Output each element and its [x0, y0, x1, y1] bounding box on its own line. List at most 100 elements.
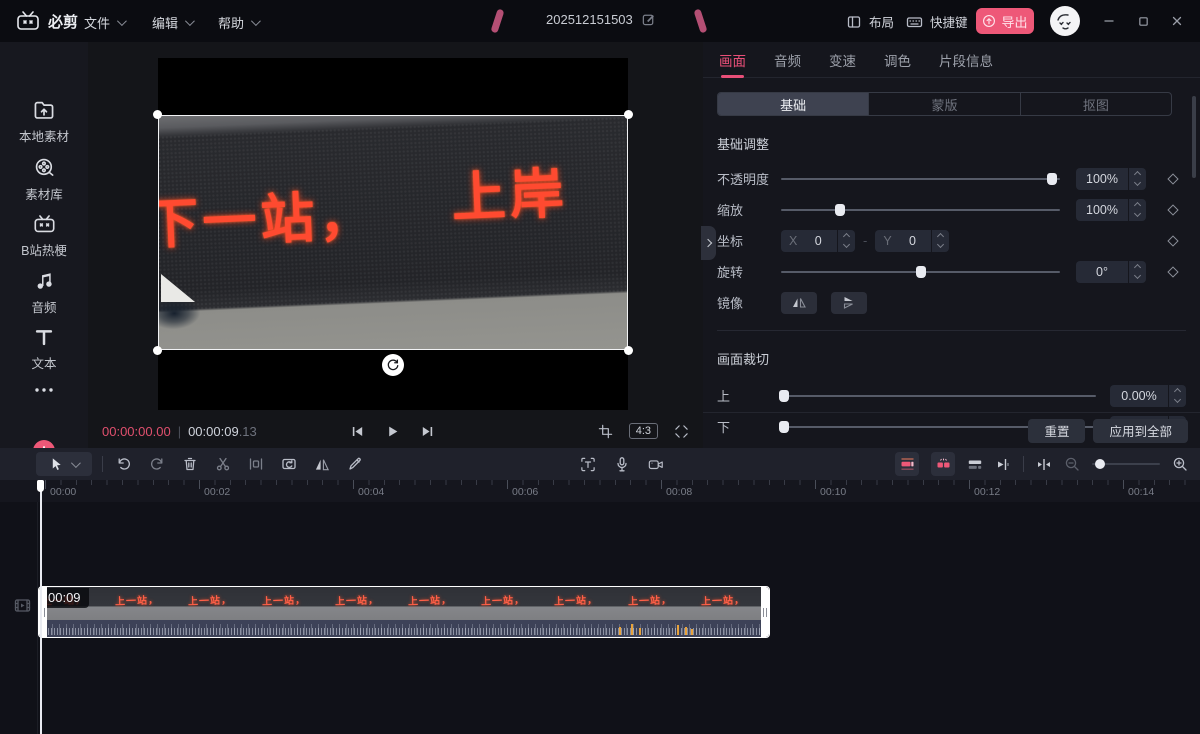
- scale-stepper[interactable]: [1129, 199, 1146, 221]
- export-button[interactable]: 导出: [976, 8, 1034, 34]
- tab-audio[interactable]: 音频: [774, 42, 801, 78]
- sidebar-item-bilibili-memes[interactable]: B站热梗: [0, 214, 88, 259]
- mirror-clip-button[interactable]: [314, 456, 330, 472]
- reset-button[interactable]: 重置: [1028, 419, 1085, 443]
- redo-button[interactable]: [149, 456, 165, 472]
- fullscreen-button[interactable]: [674, 424, 689, 439]
- video-clip[interactable]: 00:09 上一站， 上一站， 上一站， 上一站， 上一站， 上一站， 上一站，…: [38, 586, 770, 638]
- crop-preview-button[interactable]: [598, 424, 613, 439]
- subtab-basic[interactable]: 基础: [718, 93, 869, 115]
- chevron-down-icon: [251, 16, 261, 26]
- opacity-keyframe-button[interactable]: [1160, 175, 1186, 183]
- rotate-value[interactable]: 0°: [1076, 261, 1128, 283]
- crop-top-slider[interactable]: [781, 395, 1096, 397]
- timeline-tracks: 00:09 上一站， 上一站， 上一站， 上一站， 上一站， 上一站， 上一站，…: [0, 502, 1200, 734]
- avatar[interactable]: [1050, 6, 1080, 36]
- aspect-ratio-selector[interactable]: 4:3: [629, 423, 658, 439]
- coord-y-stepper[interactable]: [932, 230, 949, 252]
- sidebar-item-library[interactable]: 素材库: [0, 157, 88, 203]
- undo-button[interactable]: [116, 456, 132, 472]
- record-voiceover-button[interactable]: [614, 456, 630, 472]
- transform-handle-top-right[interactable]: [624, 110, 633, 119]
- zoom-out-button[interactable]: [1064, 456, 1080, 472]
- cut-button[interactable]: [215, 456, 231, 472]
- edit-title-icon[interactable]: [641, 12, 656, 27]
- crop-top-stepper[interactable]: [1169, 385, 1186, 407]
- rotate-slider[interactable]: [781, 271, 1060, 273]
- video-track-icon[interactable]: [14, 598, 31, 613]
- transform-handle-top-left[interactable]: [153, 110, 162, 119]
- rotate-keyframe-button[interactable]: [1160, 268, 1186, 276]
- menu-edit[interactable]: 编辑: [152, 13, 192, 32]
- audio-levels-button[interactable]: [995, 456, 1011, 472]
- selected-video-layer[interactable]: 下一站， 上岸: [158, 115, 628, 350]
- rotate-stepper[interactable]: [1129, 261, 1146, 283]
- delete-button[interactable]: [182, 456, 198, 472]
- zoom-out-icon: [1064, 456, 1080, 472]
- rotate-handle[interactable]: [382, 354, 404, 376]
- timeline-zoom-thumb[interactable]: [1095, 459, 1105, 469]
- record-camera-button[interactable]: [648, 456, 664, 472]
- subtab-mask[interactable]: 蒙版: [869, 93, 1020, 115]
- transform-handle-bottom-left[interactable]: [153, 346, 162, 355]
- play-button[interactable]: [385, 424, 400, 439]
- layout-button[interactable]: 布局: [846, 12, 894, 31]
- window-close-button[interactable]: [1168, 12, 1186, 30]
- transform-handle-bottom-right[interactable]: [624, 346, 633, 355]
- scale-keyframe-button[interactable]: [1160, 206, 1186, 214]
- opacity-value[interactable]: 100%: [1076, 168, 1128, 190]
- crop-top-slider-thumb[interactable]: [779, 390, 789, 402]
- track-mode-overwrite-button[interactable]: [895, 452, 919, 476]
- crop-top-value[interactable]: 0.00%: [1110, 385, 1168, 407]
- apply-all-button[interactable]: 应用到全部: [1093, 419, 1188, 443]
- coords-keyframe-button[interactable]: [1160, 237, 1186, 245]
- opacity-slider[interactable]: [781, 178, 1060, 180]
- clip-trim-handle-right[interactable]: [761, 587, 769, 637]
- scale-slider-thumb[interactable]: [835, 204, 845, 216]
- opacity-stepper[interactable]: [1129, 168, 1146, 190]
- sidebar-item-local-media[interactable]: 本地素材: [0, 100, 88, 145]
- tab-color[interactable]: 调色: [884, 42, 911, 78]
- menu-help[interactable]: 帮助: [218, 13, 258, 32]
- playhead[interactable]: [40, 480, 42, 734]
- subtab-matting[interactable]: 抠图: [1021, 93, 1171, 115]
- opacity-slider-thumb[interactable]: [1047, 173, 1057, 185]
- tab-picture[interactable]: 画面: [719, 42, 746, 78]
- snap-toggle-button[interactable]: [1036, 456, 1052, 472]
- select-tool-button[interactable]: [36, 452, 92, 476]
- window-minimize-button[interactable]: [1100, 12, 1118, 30]
- timeline-ruler[interactable]: 00:00 00:02 00:04 00:06 00:08 00:10 00:1…: [0, 480, 1200, 502]
- coord-x-input[interactable]: X 0: [781, 230, 837, 252]
- pin-button[interactable]: [347, 456, 363, 472]
- sidebar-item-text[interactable]: 文本: [0, 327, 88, 372]
- coord-y-input[interactable]: Y 0: [875, 230, 931, 252]
- rotate-slider-thumb[interactable]: [916, 266, 926, 278]
- shortcuts-button[interactable]: 快捷键: [906, 12, 968, 31]
- collapse-panel-button[interactable]: [701, 226, 716, 260]
- flip-vertical-button[interactable]: [831, 292, 867, 314]
- inspector-actions: 重置 应用到全部: [703, 412, 1200, 448]
- coord-x-stepper[interactable]: [838, 230, 855, 252]
- playhead-handle[interactable]: [37, 480, 44, 492]
- sidebar-item-audio[interactable]: 音频: [0, 270, 88, 316]
- text-recognition-button[interactable]: [580, 456, 596, 472]
- avatar-face-icon: [1050, 6, 1080, 36]
- previous-frame-button[interactable]: [350, 424, 365, 439]
- inspector-scrollbar[interactable]: [1192, 96, 1196, 178]
- replace-button[interactable]: [281, 456, 297, 472]
- window-maximize-button[interactable]: [1134, 12, 1152, 30]
- auto-snap-clips-button[interactable]: [931, 452, 955, 476]
- zoom-in-button[interactable]: [1172, 456, 1188, 472]
- next-frame-button[interactable]: [420, 424, 435, 439]
- split-button[interactable]: [248, 456, 264, 472]
- sidebar-item-more[interactable]: [0, 386, 88, 400]
- scale-value[interactable]: 100%: [1076, 199, 1128, 221]
- flip-horizontal-button[interactable]: [781, 292, 817, 314]
- scale-slider[interactable]: [781, 209, 1060, 211]
- tab-clip-info[interactable]: 片段信息: [939, 42, 993, 78]
- track-height-button[interactable]: [967, 456, 983, 472]
- tab-speed[interactable]: 变速: [829, 42, 856, 78]
- timeline-zoom-slider[interactable]: [1092, 463, 1160, 465]
- menu-file[interactable]: 文件: [84, 13, 124, 32]
- ruler-label: 00:06: [512, 486, 538, 498]
